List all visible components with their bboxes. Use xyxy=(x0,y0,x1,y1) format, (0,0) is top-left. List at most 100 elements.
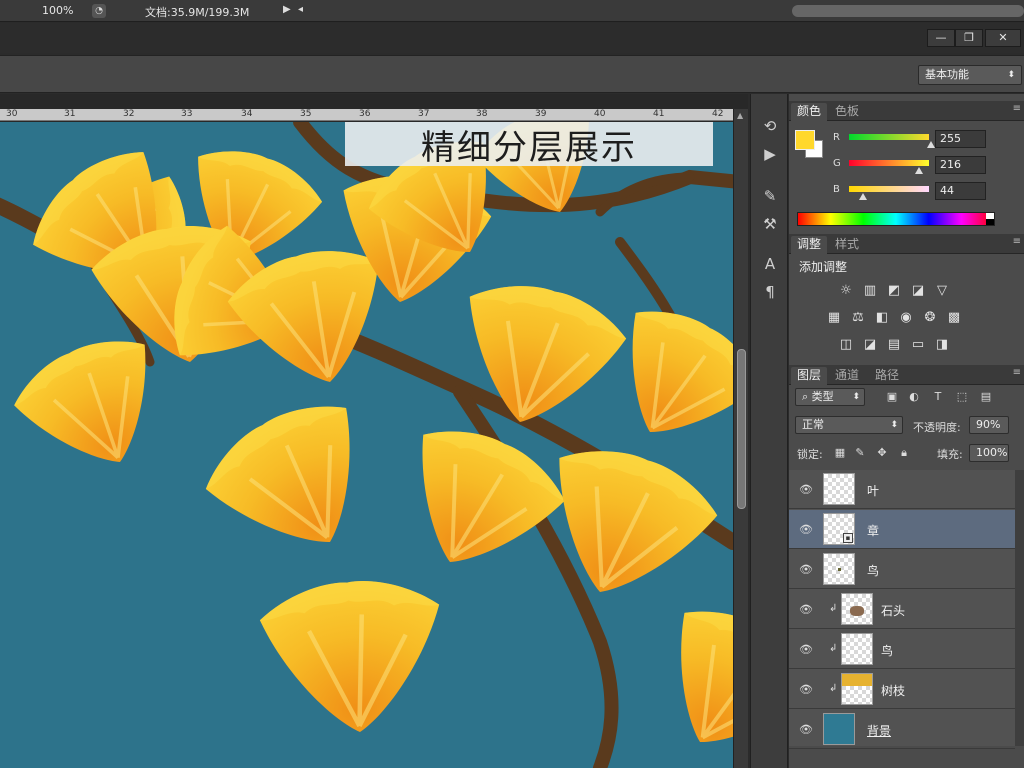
exposure-icon[interactable]: ◪ xyxy=(909,283,927,298)
layer-row[interactable]: 👁︎ ↲ 石头 xyxy=(789,590,1015,629)
vertical-scrollbar[interactable]: ▲ xyxy=(733,109,748,768)
blue-value-field[interactable]: 44 xyxy=(935,182,986,200)
type-filter-icon[interactable]: T xyxy=(931,390,945,404)
history-icon[interactable]: ⟲ xyxy=(759,116,781,136)
layer-filter-select[interactable]: ⌕ 类型 ⬍ xyxy=(795,388,865,406)
lock-all-icon[interactable]: 🔒︎ xyxy=(897,446,911,460)
close-button[interactable]: ✕ xyxy=(985,29,1021,47)
color-spectrum-bar[interactable] xyxy=(797,212,995,226)
opacity-field[interactable]: 90% xyxy=(969,416,1009,434)
ruler-tick: 32 xyxy=(123,109,135,119)
balance-icon[interactable]: ⚖ xyxy=(849,310,867,325)
visibility-eye-icon[interactable]: 👁︎ xyxy=(799,683,813,696)
restore-button[interactable]: ❐ xyxy=(955,29,983,47)
black-white-icon[interactable]: ◧ xyxy=(873,310,891,325)
lookup-icon[interactable]: ▩ xyxy=(945,310,963,325)
brightness-icon[interactable]: ☼ xyxy=(837,283,855,298)
paragraph-icon[interactable]: ¶ xyxy=(759,282,781,302)
shape-filter-icon[interactable]: ⬚ xyxy=(955,390,969,404)
layer-row[interactable]: 👁︎ ↲ 树枝 xyxy=(789,670,1015,709)
scroll-left-arrow-icon[interactable]: ◂ xyxy=(298,4,303,15)
tab-paths[interactable]: 路径 xyxy=(869,367,905,385)
ruler-tick: 36 xyxy=(359,109,371,119)
smart-object-filter-icon[interactable]: ▤ xyxy=(979,390,993,404)
status-menu-arrow-icon[interactable]: ▶ xyxy=(283,4,291,15)
levels-icon[interactable]: ▥ xyxy=(861,283,879,298)
blue-slider-knob[interactable] xyxy=(859,193,867,200)
vibrance-icon[interactable]: ▽ xyxy=(933,283,951,298)
brush-settings-icon[interactable]: ✎ xyxy=(759,186,781,206)
red-value-field[interactable]: 255 xyxy=(935,130,986,148)
horizontal-ruler[interactable]: 30 31 32 33 34 35 36 37 38 39 40 41 42 xyxy=(0,109,733,121)
green-slider[interactable] xyxy=(849,160,929,166)
panel-menu-icon[interactable]: ≡ xyxy=(1013,236,1021,247)
blue-slider[interactable] xyxy=(849,186,929,192)
gradient-map-icon[interactable]: ▭ xyxy=(909,337,927,352)
threshold-icon[interactable]: ▤ xyxy=(885,337,903,352)
layer-row-selected[interactable]: 👁︎ ▪ 章 xyxy=(789,510,1015,549)
tab-adjustments[interactable]: 调整 xyxy=(791,236,828,254)
tab-layers[interactable]: 图层 xyxy=(791,367,828,385)
scroll-thumb[interactable] xyxy=(737,349,746,509)
lock-position-icon[interactable]: ✥ xyxy=(875,446,889,460)
document-size-info[interactable]: 文档:35.9M/199.3M xyxy=(145,4,249,20)
red-slider-knob[interactable] xyxy=(927,141,935,148)
channel-label-r: R xyxy=(833,132,840,143)
channel-label-g: G xyxy=(833,158,841,169)
lock-pixels-icon[interactable]: ✎ xyxy=(853,446,867,460)
panel-menu-icon[interactable]: ≡ xyxy=(1013,103,1021,114)
hue-icon[interactable]: ▦ xyxy=(825,310,843,325)
curves-icon[interactable]: ◩ xyxy=(885,283,903,298)
minimize-button[interactable]: — xyxy=(927,29,955,47)
tab-channels[interactable]: 通道 xyxy=(829,367,865,385)
ruler-tick: 42 xyxy=(712,109,724,119)
add-adjustment-label: 添加调整 xyxy=(799,260,848,274)
zoom-level[interactable]: 100% xyxy=(42,4,73,17)
foreground-color-swatch[interactable] xyxy=(795,130,815,150)
color-panel-tabs: 颜色 色板 ≡ xyxy=(789,101,1024,121)
workspace-label: 基本功能 xyxy=(925,68,969,81)
selective-color-icon[interactable]: ◨ xyxy=(933,337,951,352)
blend-mode-select[interactable]: 正常 ⬍ xyxy=(795,416,903,434)
tool-preset-icon[interactable]: ⚒ xyxy=(759,214,781,234)
black-white-swatch[interactable] xyxy=(986,213,994,225)
tab-color[interactable]: 颜色 xyxy=(791,103,828,121)
visibility-eye-icon[interactable]: 👁︎ xyxy=(799,523,813,536)
ginkgo-illustration xyxy=(0,122,733,768)
updown-arrow-icon: ⬍ xyxy=(852,392,860,402)
posterize-icon[interactable]: ◪ xyxy=(861,337,879,352)
tab-swatches[interactable]: 色板 xyxy=(829,103,865,121)
tab-styles[interactable]: 样式 xyxy=(829,236,865,254)
green-slider-knob[interactable] xyxy=(915,167,923,174)
adjustment-filter-icon[interactable]: ◐ xyxy=(907,390,921,404)
layer-row[interactable]: 👁︎ 叶 xyxy=(789,470,1015,509)
scroll-up-arrow-icon[interactable]: ▲ xyxy=(737,111,743,120)
visibility-eye-icon[interactable]: 👁︎ xyxy=(799,643,813,656)
ruler-tick: 31 xyxy=(64,109,76,119)
photo-filter-icon[interactable]: ◉ xyxy=(897,310,915,325)
visibility-eye-icon[interactable]: 👁︎ xyxy=(799,603,813,616)
workspace-switcher[interactable]: 基本功能 ⬍ xyxy=(918,65,1022,85)
layers-scrollbar[interactable] xyxy=(1015,470,1024,746)
mixer-icon[interactable]: ❂ xyxy=(921,310,939,325)
green-value-field[interactable]: 216 xyxy=(935,156,986,174)
panel-menu-icon[interactable]: ≡ xyxy=(1013,367,1021,378)
layer-row[interactable]: 👁︎ 鸟 xyxy=(789,550,1015,589)
zoom-export-icon[interactable]: ◔ xyxy=(92,4,106,18)
layer-row[interactable]: 👁︎ ↲ 鸟 xyxy=(789,630,1015,669)
visibility-eye-icon[interactable]: 👁︎ xyxy=(799,723,813,736)
fill-field[interactable]: 100% xyxy=(969,444,1009,462)
play-icon[interactable]: ▶ xyxy=(759,144,781,164)
pixel-filter-icon[interactable]: ▣ xyxy=(885,390,899,404)
ginkgo-artwork[interactable]: 精细分层展示 xyxy=(0,122,733,768)
lock-transparent-icon[interactable]: ▦ xyxy=(833,446,847,460)
layer-row[interactable]: 👁︎ 背景 xyxy=(789,710,1015,749)
ruler-tick: 41 xyxy=(653,109,665,119)
character-icon[interactable]: A xyxy=(759,254,781,274)
visibility-eye-icon[interactable]: 👁︎ xyxy=(799,483,813,496)
horizontal-scrollbar[interactable] xyxy=(792,5,1024,17)
layer-thumbnail xyxy=(841,633,873,665)
visibility-eye-icon[interactable]: 👁︎ xyxy=(799,563,813,576)
invert-icon[interactable]: ◫ xyxy=(837,337,855,352)
red-slider[interactable] xyxy=(849,134,929,140)
